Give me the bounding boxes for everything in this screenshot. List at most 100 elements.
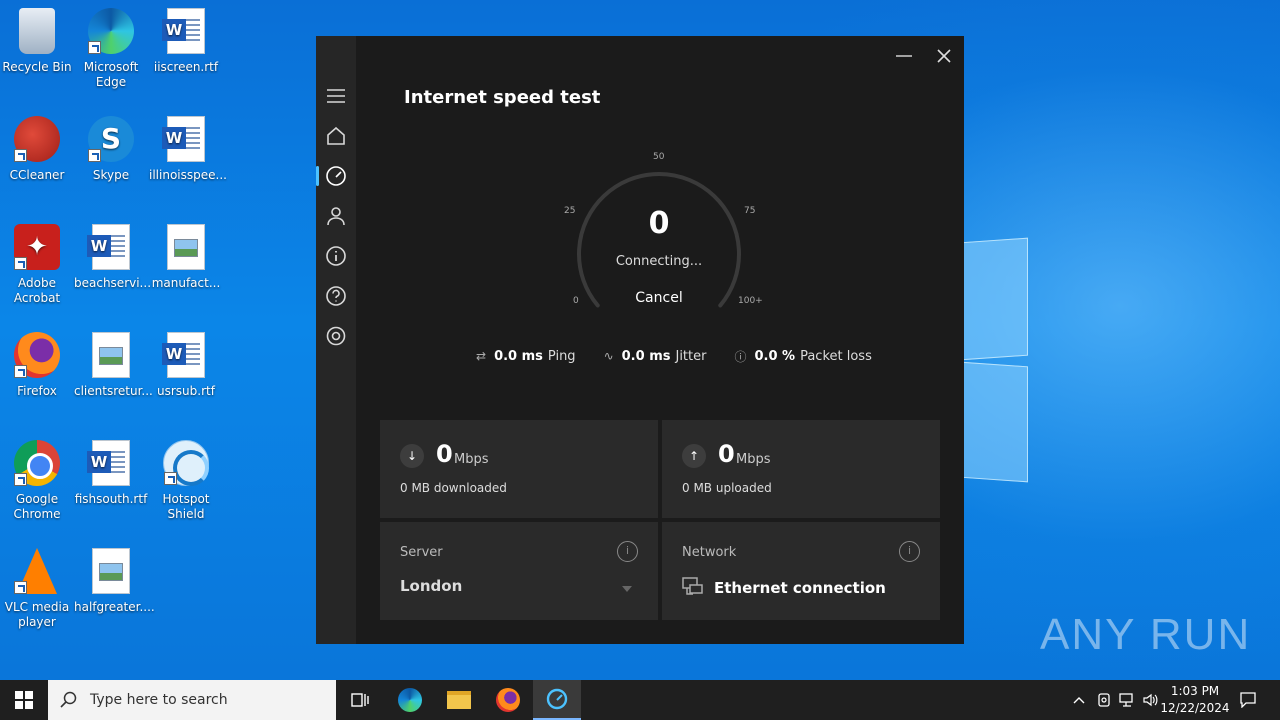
upload-card: ↑ 0 Mbps 0 MB uploaded bbox=[662, 420, 940, 518]
cancel-button[interactable]: Cancel bbox=[619, 290, 699, 306]
notification-icon bbox=[1240, 692, 1256, 708]
server-label: Server bbox=[400, 545, 443, 560]
ping-stat: ⇄ 0.0 ms Ping bbox=[476, 349, 576, 364]
speed-test-window: Internet speed test 0 25 50 75 100+ 0 Co… bbox=[316, 36, 964, 644]
desktop-icon-fishsouth[interactable]: W fishsouth.rtf bbox=[74, 440, 148, 507]
desktop-icon-label: CCleaner bbox=[9, 168, 65, 182]
word-document-icon: W bbox=[87, 224, 130, 270]
nav-settings-button[interactable] bbox=[316, 318, 356, 354]
desktop-icon-manufact[interactable]: manufact... bbox=[149, 224, 223, 291]
tray-overflow-button[interactable] bbox=[1068, 680, 1090, 720]
nav-account-button[interactable] bbox=[316, 198, 356, 234]
hamburger-menu-button[interactable] bbox=[316, 78, 356, 114]
desktop-icon-beachservi[interactable]: W beachservi... bbox=[74, 224, 151, 291]
packet-loss-value: 0.0 % bbox=[754, 348, 796, 364]
firefox-icon bbox=[14, 332, 60, 378]
desktop-icon-label: Hotspot Shield bbox=[162, 492, 210, 521]
taskbar-clock[interactable]: 1:03 PM 12/22/2024 bbox=[1160, 683, 1230, 717]
network-label: Network bbox=[682, 545, 737, 560]
desktop-icon-label: Adobe Acrobat bbox=[13, 276, 61, 305]
chevron-down-icon[interactable] bbox=[622, 586, 632, 592]
clock-time: 1:03 PM bbox=[1170, 684, 1220, 698]
shortcut-arrow-icon bbox=[88, 149, 101, 162]
home-icon bbox=[327, 126, 345, 145]
nav-info-button[interactable] bbox=[316, 238, 356, 274]
network-card: Network i Ethernet connection bbox=[662, 522, 940, 620]
notification-center-button[interactable] bbox=[1234, 680, 1262, 720]
network-info-icon[interactable]: i bbox=[899, 541, 920, 562]
vlc-icon bbox=[14, 548, 60, 594]
desktop-icon-recycle-bin[interactable]: Recycle Bin bbox=[0, 8, 74, 75]
taskbar-search-box[interactable]: Type here to search bbox=[48, 680, 336, 720]
desktop-icon-vlc[interactable]: VLC media player bbox=[0, 548, 74, 630]
desktop-icon-label: Firefox bbox=[17, 384, 57, 398]
chevron-up-icon bbox=[1073, 697, 1085, 704]
taskbar-file-explorer[interactable] bbox=[435, 680, 483, 720]
upload-arrow-icon: ↑ bbox=[682, 444, 706, 468]
taskbar: Type here to search 1:03 PM 12/22/2024 bbox=[0, 680, 1280, 720]
network-icon bbox=[1119, 693, 1133, 707]
nav-speed-test-button[interactable] bbox=[316, 158, 356, 194]
image-file-icon bbox=[92, 332, 130, 378]
windows-start-icon bbox=[15, 691, 33, 709]
network-connection-value: Ethernet connection bbox=[714, 579, 886, 597]
hotspot-shield-icon bbox=[163, 440, 209, 486]
taskbar-firefox[interactable] bbox=[484, 680, 532, 720]
desktop-icon-label: Skype bbox=[92, 168, 130, 182]
nav-help-button[interactable] bbox=[316, 278, 356, 314]
desktop-icon-ccleaner[interactable]: CCleaner bbox=[0, 116, 74, 183]
upload-amount: 0 MB uploaded bbox=[682, 481, 772, 495]
gauge-status-text: Connecting... bbox=[615, 254, 703, 269]
image-file-icon bbox=[92, 548, 130, 594]
desktop-icon-iiscreen[interactable]: W iiscreen.rtf bbox=[149, 8, 223, 75]
clock-date: 12/22/2024 bbox=[1160, 701, 1230, 715]
speedometer-icon bbox=[546, 688, 568, 710]
taskbar-task-view[interactable] bbox=[336, 680, 384, 720]
server-info-icon[interactable]: i bbox=[617, 541, 638, 562]
server-select-value[interactable]: London bbox=[400, 577, 462, 595]
desktop-icon-firefox[interactable]: Firefox bbox=[0, 332, 74, 399]
ethernet-icon bbox=[682, 577, 703, 595]
download-arrow-icon: ↓ bbox=[400, 444, 424, 468]
desktop-icon-edge[interactable]: Microsoft Edge bbox=[74, 8, 148, 90]
minimize-button[interactable] bbox=[884, 42, 924, 70]
close-button[interactable] bbox=[924, 42, 964, 70]
tray-network-button[interactable] bbox=[1116, 680, 1138, 720]
packet-loss-label: Packet loss bbox=[800, 348, 872, 364]
person-icon bbox=[327, 207, 345, 226]
desktop-icon-illinoisspee[interactable]: W illinoisspee... bbox=[149, 116, 227, 183]
jitter-wave-icon: ∿ bbox=[603, 349, 614, 363]
acrobat-icon: ✦ bbox=[14, 224, 60, 270]
recycle-bin-icon bbox=[19, 8, 55, 54]
speaker-icon bbox=[1143, 693, 1158, 707]
upload-value: 0 bbox=[718, 440, 735, 468]
gauge-tick-100: 100+ bbox=[738, 296, 763, 306]
start-button[interactable] bbox=[0, 680, 48, 720]
shortcut-arrow-icon bbox=[14, 581, 27, 594]
shortcut-arrow-icon bbox=[88, 41, 101, 54]
desktop-icon-usrsub[interactable]: W usrsub.rtf bbox=[149, 332, 223, 399]
server-card[interactable]: Server i London bbox=[380, 522, 658, 620]
desktop-icon-acrobat[interactable]: ✦ Adobe Acrobat bbox=[0, 224, 74, 306]
tray-device-icon-button[interactable] bbox=[1093, 680, 1115, 720]
taskbar-speed-test[interactable] bbox=[533, 680, 581, 720]
firefox-icon bbox=[496, 688, 520, 712]
packet-loss-stat: ⓘ 0.0 % Packet loss bbox=[734, 348, 871, 365]
speedometer-icon bbox=[326, 166, 346, 186]
taskbar-edge[interactable] bbox=[386, 680, 434, 720]
desktop-icon-hotspot-shield[interactable]: Hotspot Shield bbox=[149, 440, 223, 522]
desktop-icon-label: Google Chrome bbox=[13, 492, 61, 521]
desktop-icon-halfgreater[interactable]: halfgreater.... bbox=[74, 548, 155, 615]
nav-home-button[interactable] bbox=[316, 118, 356, 154]
desktop-icon-chrome[interactable]: Google Chrome bbox=[0, 440, 74, 522]
word-document-icon: W bbox=[162, 116, 205, 162]
desktop-icon-skype[interactable]: S Skype bbox=[74, 116, 148, 183]
word-document-icon: W bbox=[162, 332, 205, 378]
desktop-icon-clientsretur[interactable]: clientsretur... bbox=[74, 332, 153, 399]
nav-rail bbox=[316, 36, 356, 644]
tray-volume-button[interactable] bbox=[1140, 680, 1162, 720]
anyrun-watermark: ANY RUN bbox=[1040, 610, 1252, 659]
desktop-icon-label: usrsub.rtf bbox=[157, 384, 215, 398]
jitter-stat: ∿ 0.0 ms Jitter bbox=[604, 349, 707, 364]
desktop-icon-label: clientsretur... bbox=[74, 384, 153, 398]
